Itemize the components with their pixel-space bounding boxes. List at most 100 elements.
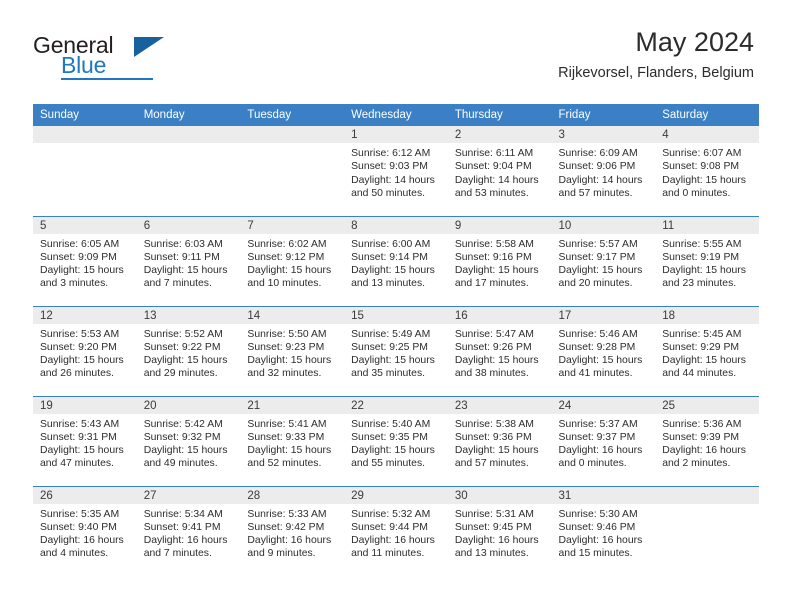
- daylight-duration-line2: and 53 minutes.: [454, 187, 529, 199]
- daylight-duration-line2: and 11 minutes.: [351, 548, 425, 560]
- calendar-day-cell[interactable]: 29 Sunrise: 5:32 AM Sunset: 9:44 PM Dayligh…: [344, 485, 448, 576]
- day-details: Sunrise: 6:07 AM Sunset: 9:08 PM Daylight:…: [655, 143, 759, 200]
- sunrise-time: Sunrise: 5:49 AM: [351, 328, 431, 340]
- day-number: 1: [344, 126, 448, 143]
- day-number: 29: [344, 486, 448, 504]
- calendar-day-cell[interactable]: 5 Sunrise: 6:05 AM Sunset: 9:09 PM Daylight…: [33, 215, 137, 306]
- calendar-day-cell[interactable]: 12 Sunrise: 5:53 AM Sunset: 9:20 PM Dayligh…: [33, 305, 137, 396]
- daylight-duration-line1: Daylight: 15 hours: [247, 265, 332, 277]
- calendar-day-cell[interactable]: 6 Sunrise: 6:03 AM Sunset: 9:11 PM Daylight…: [136, 215, 241, 306]
- day-details: Sunrise: 5:49 AM Sunset: 9:25 PM Daylight:…: [344, 324, 448, 381]
- sunset-time: Sunset: 9:37 PM: [558, 431, 636, 443]
- day-number: 23: [447, 396, 552, 414]
- calendar-day-cell[interactable]: 31 Sunrise: 5:30 AM Sunset: 9:46 PM Dayligh…: [551, 485, 656, 576]
- calendar-day-cell[interactable]: 2 Sunrise: 6:11 AM Sunset: 9:04 PM Daylight…: [447, 126, 552, 216]
- day-number: 11: [655, 216, 759, 234]
- sunrise-time: Sunrise: 5:50 AM: [247, 328, 327, 340]
- day-details: Sunrise: 5:45 AM Sunset: 9:29 PM Daylight:…: [655, 324, 759, 381]
- day-details: Sunrise: 6:09 AM Sunset: 9:06 PM Daylight:…: [552, 143, 656, 200]
- calendar-day-cell[interactable]: 25 Sunrise: 5:36 AM Sunset: 9:39 PM Dayligh…: [655, 395, 759, 486]
- calendar-day-cell[interactable]: 27 Sunrise: 5:34 AM Sunset: 9:41 PM Dayligh…: [136, 485, 241, 576]
- calendar-day-cell[interactable]: 11 Sunrise: 5:55 AM Sunset: 9:19 PM Dayligh…: [655, 215, 759, 306]
- sunset-time: Sunset: 9:22 PM: [143, 341, 221, 353]
- calendar-day-cell[interactable]: 9 Sunrise: 5:58 AM Sunset: 9:16 PM Daylight…: [447, 215, 552, 306]
- calendar-day-cell[interactable]: 26 Sunrise: 5:35 AM Sunset: 9:40 PM Dayligh…: [33, 485, 137, 576]
- weekday-header-thursday: Thursday: [447, 104, 552, 126]
- calendar-page: General Blue May 2024 Rijkevorsel, Fland…: [0, 0, 792, 612]
- calendar-day-cell[interactable]: 22 Sunrise: 5:40 AM Sunset: 9:35 PM Dayligh…: [344, 395, 448, 486]
- daylight-duration-line1: Daylight: 15 hours: [40, 355, 124, 367]
- sunrise-time: Sunrise: 5:31 AM: [454, 508, 534, 520]
- brand-logo[interactable]: General Blue: [33, 34, 164, 80]
- sunrise-time: Sunrise: 6:03 AM: [143, 238, 223, 250]
- calendar-day-cell[interactable]: 7 Sunrise: 6:02 AM Sunset: 9:12 PM Daylight…: [240, 215, 345, 306]
- triangle-mark-icon: [134, 37, 164, 57]
- day-number: 17: [551, 306, 656, 324]
- day-details: Sunrise: 5:58 AM Sunset: 9:16 PM Daylight:…: [448, 234, 552, 291]
- calendar-day-cell[interactable]: 30 Sunrise: 5:31 AM Sunset: 9:45 PM Dayligh…: [447, 485, 552, 576]
- day-number: [655, 486, 759, 504]
- sunrise-time: Sunrise: 5:43 AM: [40, 418, 120, 430]
- day-details: Sunrise: 5:38 AM Sunset: 9:36 PM Daylight:…: [448, 414, 552, 471]
- weekday-header-tuesday: Tuesday: [240, 104, 345, 126]
- day-details: Sunrise: 6:11 AM Sunset: 9:04 PM Daylight:…: [448, 143, 552, 200]
- day-number: 2: [447, 126, 552, 143]
- calendar-day-cell[interactable]: 18 Sunrise: 5:45 AM Sunset: 9:29 PM Dayligh…: [655, 305, 759, 396]
- day-details: Sunrise: 6:05 AM Sunset: 9:09 PM Daylight:…: [33, 234, 137, 291]
- day-details: Sunrise: 5:52 AM Sunset: 9:22 PM Daylight:…: [137, 324, 241, 381]
- daylight-duration-line1: Daylight: 15 hours: [351, 265, 435, 277]
- calendar-day-cell[interactable]: 8 Sunrise: 6:00 AM Sunset: 9:14 PM Daylight…: [344, 215, 448, 306]
- daylight-duration-line1: Daylight: 16 hours: [662, 445, 746, 457]
- calendar-day-cell[interactable]: 21 Sunrise: 5:41 AM Sunset: 9:33 PM Dayligh…: [240, 395, 345, 486]
- sunrise-time: Sunrise: 5:47 AM: [454, 328, 534, 340]
- sunrise-time: Sunrise: 5:34 AM: [143, 508, 223, 520]
- daylight-duration-line2: and 17 minutes.: [454, 278, 529, 290]
- daylight-duration-line1: Daylight: 15 hours: [351, 355, 435, 367]
- calendar-day-cell[interactable]: 20 Sunrise: 5:42 AM Sunset: 9:32 PM Dayligh…: [136, 395, 241, 486]
- day-details: Sunrise: 5:34 AM Sunset: 9:41 PM Daylight:…: [137, 504, 241, 561]
- daylight-duration-line1: Daylight: 15 hours: [454, 265, 539, 277]
- calendar-day-cell[interactable]: 1 Sunrise: 6:12 AM Sunset: 9:03 PM Daylight…: [344, 126, 448, 216]
- daylight-duration-line2: and 50 minutes.: [351, 187, 426, 199]
- sunset-time: Sunset: 9:12 PM: [247, 251, 325, 263]
- calendar-day-cell[interactable]: 19 Sunrise: 5:43 AM Sunset: 9:31 PM Dayligh…: [33, 395, 137, 486]
- calendar-day-cell[interactable]: 17 Sunrise: 5:46 AM Sunset: 9:28 PM Dayligh…: [551, 305, 656, 396]
- daylight-duration-line2: and 38 minutes.: [454, 368, 529, 380]
- calendar-day-cell[interactable]: 10 Sunrise: 5:57 AM Sunset: 9:17 PM Dayligh…: [551, 215, 656, 306]
- day-number: 6: [136, 216, 241, 234]
- day-number: 26: [33, 486, 137, 504]
- day-number: 20: [136, 396, 241, 414]
- daylight-duration-line1: Daylight: 15 hours: [247, 445, 332, 457]
- calendar-day-cell[interactable]: 3 Sunrise: 6:09 AM Sunset: 9:06 PM Daylight…: [551, 126, 656, 216]
- sunset-time: Sunset: 9:06 PM: [558, 161, 636, 173]
- sunrise-time: Sunrise: 6:12 AM: [351, 148, 431, 159]
- calendar-week-row: 5 Sunrise: 6:05 AM Sunset: 9:09 PM Daylight…: [33, 215, 759, 306]
- calendar-day-cell[interactable]: 14 Sunrise: 5:50 AM Sunset: 9:23 PM Dayligh…: [240, 305, 345, 396]
- day-number: 18: [655, 306, 759, 324]
- daylight-duration-line2: and 2 minutes.: [662, 458, 731, 470]
- calendar-day-cell[interactable]: 23 Sunrise: 5:38 AM Sunset: 9:36 PM Dayligh…: [447, 395, 552, 486]
- sunrise-time: Sunrise: 5:38 AM: [454, 418, 534, 430]
- daylight-duration-line2: and 15 minutes.: [558, 548, 633, 560]
- day-number: 16: [447, 306, 552, 324]
- day-number: 9: [447, 216, 552, 234]
- daylight-duration-line2: and 13 minutes.: [351, 278, 426, 290]
- calendar-day-cell[interactable]: 24 Sunrise: 5:37 AM Sunset: 9:37 PM Dayligh…: [551, 395, 656, 486]
- day-number: 22: [344, 396, 448, 414]
- sunset-time: Sunset: 9:46 PM: [558, 521, 636, 533]
- day-number: 3: [551, 126, 656, 143]
- calendar-day-cell[interactable]: 16 Sunrise: 5:47 AM Sunset: 9:26 PM Dayligh…: [447, 305, 552, 396]
- day-number: 8: [344, 216, 448, 234]
- calendar-day-cell[interactable]: 4 Sunrise: 6:07 AM Sunset: 9:08 PM Daylight…: [655, 126, 759, 216]
- calendar-day-cell[interactable]: 15 Sunrise: 5:49 AM Sunset: 9:25 PM Dayligh…: [344, 305, 448, 396]
- sunset-time: Sunset: 9:45 PM: [454, 521, 532, 533]
- sunrise-time: Sunrise: 6:09 AM: [558, 148, 638, 159]
- day-number: [240, 126, 345, 143]
- daylight-duration-line2: and 52 minutes.: [247, 458, 322, 470]
- calendar-week-row: 12 Sunrise: 5:53 AM Sunset: 9:20 PM Dayligh…: [33, 305, 759, 396]
- calendar-day-cell[interactable]: 13 Sunrise: 5:52 AM Sunset: 9:22 PM Dayligh…: [136, 305, 241, 396]
- daylight-duration-line1: Daylight: 15 hours: [662, 265, 746, 277]
- calendar-day-cell[interactable]: 28 Sunrise: 5:33 AM Sunset: 9:42 PM Dayligh…: [240, 485, 345, 576]
- daylight-duration-line2: and 0 minutes.: [662, 187, 731, 199]
- day-details: Sunrise: 5:53 AM Sunset: 9:20 PM Daylight:…: [33, 324, 137, 381]
